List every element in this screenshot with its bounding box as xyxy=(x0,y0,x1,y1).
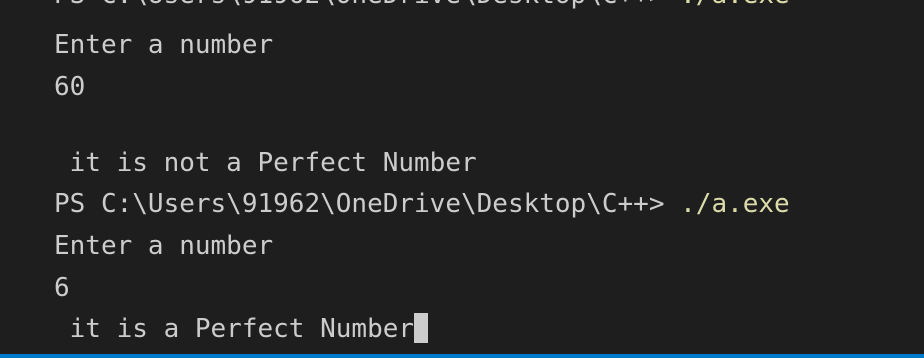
terminal-line: 60 xyxy=(54,72,86,102)
panel-border xyxy=(0,354,924,358)
text-cursor xyxy=(414,313,429,343)
terminal-line: 6 xyxy=(54,273,70,303)
terminal-line: it is not a Perfect Number xyxy=(54,148,477,178)
terminal-line: Enter a number xyxy=(54,231,274,261)
command-text: ./a.exe xyxy=(680,0,790,10)
terminal-panel[interactable]: PS C:\Users\91962\OneDrive\Desktop\C++> … xyxy=(0,0,924,358)
prompt-text: PS C:\Users\91962\OneDrive\Desktop\C++> xyxy=(54,0,664,10)
command-text: ./a.exe xyxy=(680,189,790,219)
prompt-text: PS C:\Users\91962\OneDrive\Desktop\C++> xyxy=(54,189,665,219)
terminal-line-clipped: PS C:\Users\91962\OneDrive\Desktop\C++> … xyxy=(54,0,790,12)
terminal-line: Enter a number xyxy=(54,30,274,60)
terminal-line: PS C:\Users\91962\OneDrive\Desktop\C++> … xyxy=(54,187,790,221)
output-text: it is a Perfect Number xyxy=(54,314,415,344)
terminal-line: it is a Perfect Number xyxy=(54,312,429,346)
